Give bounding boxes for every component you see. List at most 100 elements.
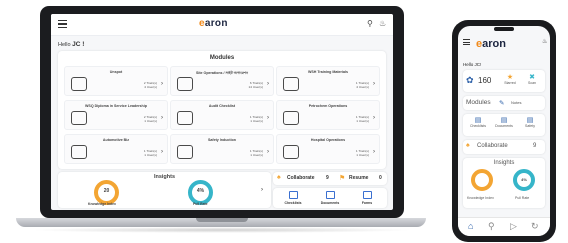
app-header: earon ⚲ ♨ [51, 14, 393, 36]
module-tile[interactable]: Hospital Operations 1 Train(s) 1 User(s) › [276, 134, 380, 164]
phone-camera [494, 27, 514, 31]
chevron-right-icon[interactable]: › [267, 149, 269, 155]
phone-greeting: Hello JC! [463, 62, 482, 67]
phone-menu-icon[interactable] [463, 39, 470, 45]
laptop-notch [196, 218, 248, 222]
module-name: Audit Checklist [208, 104, 236, 108]
safety-icon: ▤ [526, 117, 534, 124]
chevron-right-icon[interactable]: › [161, 149, 163, 155]
collaborate-label: Collaborate [287, 175, 315, 181]
module-tile[interactable]: WSQ Diploma in Service Leadership 2 Train… [64, 100, 168, 130]
phone-knowledge-label: Knowledge Index [467, 196, 494, 200]
star-icon: ★ [506, 74, 514, 81]
scan-label: Scan [528, 81, 536, 85]
collaborate-count: 9 [326, 175, 329, 181]
chevron-right-icon[interactable]: › [161, 115, 163, 121]
chevron-right-icon[interactable]: › [373, 115, 375, 121]
phone-app-logo: earon [476, 38, 506, 50]
truck-icon [71, 111, 87, 125]
starred-stat[interactable]: ★ Starred [501, 73, 519, 91]
phone-documents-label: Documents [495, 124, 513, 128]
checklists-label: Checklists [284, 201, 302, 205]
laptop-screen: earon ⚲ ♨ Hello JC ! Modules Unspot 2 Tra… [51, 14, 393, 210]
phone-safety-tile[interactable]: ▤ Safety [518, 116, 542, 134]
module-tile[interactable]: Site Operations / সাইট অপারেশন 6 Train(s)… [170, 66, 274, 96]
phone-avatar-icon: ✿ [466, 75, 474, 85]
checklist-icon [288, 191, 298, 199]
car-icon [71, 145, 87, 159]
module-tile[interactable]: Audit Checklist 1 Train(s) 1 User(s) › [170, 100, 274, 130]
compass-icon [177, 145, 193, 159]
phone-pull-ring: 4% [513, 169, 535, 191]
phone-collaborate-icon: ♠ [466, 142, 470, 149]
phone-modules-row[interactable]: Modules ✎ Notes [463, 96, 545, 110]
laptop-shadow [30, 227, 414, 233]
forms-icon [362, 191, 372, 199]
search-icon[interactable]: ⚲ [488, 221, 495, 232]
starred-label: Starred [504, 81, 516, 85]
phone-stats-card: ✿ 160 ★ Starred ✖ Scan [463, 70, 545, 92]
bell-icon[interactable]: ♨ [379, 19, 386, 28]
chevron-right-icon[interactable]: › [373, 149, 375, 155]
app-logo: earon [199, 18, 228, 29]
module-counts: 1 Train(s) 1 User(s) [143, 149, 157, 157]
resume-icon: ⚑ [339, 175, 346, 182]
insights-card: Insights 20 Knowledge Index 4% Pull Rate… [58, 172, 271, 208]
chevron-right-icon[interactable]: › [161, 81, 163, 87]
pull-rate-value: 4% [196, 188, 205, 194]
refresh-icon[interactable]: ↻ [531, 221, 539, 232]
phone-collaborate-label: Collaborate [477, 143, 508, 149]
phone-collaborate-row[interactable]: ♠ Collaborate 9 [463, 140, 545, 154]
module-tile[interactable]: Automotive Biz 1 Train(s) 1 User(s) › [64, 134, 168, 164]
phone-modules-label: Modules [466, 99, 491, 106]
resume-label: Resume [349, 175, 369, 181]
collaborate-icon: ♠ [277, 174, 281, 181]
play-icon[interactable]: ▷ [510, 221, 517, 232]
chevron-right-icon[interactable]: › [267, 115, 269, 121]
module-counts: 6 Train(s) 14 User(s) [248, 81, 263, 89]
chevron-right-icon[interactable]: › [373, 81, 375, 87]
collaborate-bar[interactable]: ♠ Collaborate 9 ⚑ Resume 0 [273, 172, 387, 185]
module-name: WSH Training Materials [308, 70, 348, 74]
documents-shortcut[interactable]: Documents [312, 191, 348, 205]
scan-icon: ✖ [529, 74, 535, 81]
phone-bottom-nav: ⌂ ⚲ ▷ ↻ [458, 217, 550, 236]
phone-insights-title: Insights [493, 160, 515, 166]
chevron-right-icon[interactable]: › [267, 81, 269, 87]
module-tile[interactable]: WSH Training Materials 1 Train(s) 4 User(s… [276, 66, 380, 96]
phone-pull-value: 4% [521, 177, 527, 182]
hospital-icon [283, 145, 299, 159]
search-icon[interactable]: ⚲ [367, 19, 373, 28]
module-name: WSQ Diploma in Service Leadership [85, 104, 147, 108]
home-icon[interactable]: ⌂ [468, 221, 473, 231]
phone-bell-icon[interactable]: ♨ [542, 38, 547, 45]
knowledge-index-value: 20 [103, 188, 110, 194]
insights-arrow-icon[interactable]: › [261, 187, 263, 193]
phone-pull-label: Pull Rate [515, 196, 530, 200]
phone-checklists-label: Checklists [470, 124, 486, 128]
module-counts: 1 Train(s) 1 User(s) [249, 149, 263, 157]
phone-tiles-row: ▤ Checklists ▤ Documents ▤ Safety [463, 114, 545, 136]
scan-stat[interactable]: ✖ Scan [523, 73, 541, 91]
phone-notes-label: Notes [511, 100, 522, 105]
phone-checklists-tile[interactable]: ▤ Checklists [466, 116, 490, 134]
phone-safety-label: Safety [525, 124, 535, 128]
pull-rate-label: Pull Rate [193, 202, 208, 206]
module-name: Site Operations / সাইট অপারেশন [195, 71, 249, 75]
forms-shortcut[interactable]: Forms [349, 191, 385, 205]
petrochem-icon [283, 111, 299, 125]
knowledge-index-label: Knowledge Index [88, 202, 116, 206]
phone-documents-tile[interactable]: ▤ Documents [492, 116, 516, 134]
checklist-icon [177, 111, 193, 125]
module-tile[interactable]: Unspot 2 Train(s) 4 User(s) › [64, 66, 168, 96]
site-operations-icon [177, 77, 193, 91]
module-counts: 1 Train(s) 1 User(s) [355, 115, 369, 123]
module-tile[interactable]: Petrochem Operations 1 Train(s) 1 User(s) › [276, 100, 380, 130]
modules-title: Modules [209, 55, 235, 61]
module-name: Safety Induction [208, 138, 236, 142]
module-tile[interactable]: Safety Induction 1 Train(s) 1 User(s) › [170, 134, 274, 164]
phone-collaborate-count: 9 [533, 143, 537, 149]
menu-icon[interactable] [58, 20, 67, 28]
checklists-shortcut[interactable]: Checklists [275, 191, 311, 205]
phone-insights-card: Insights 4% Knowledge Index Pull Rate [463, 158, 545, 208]
